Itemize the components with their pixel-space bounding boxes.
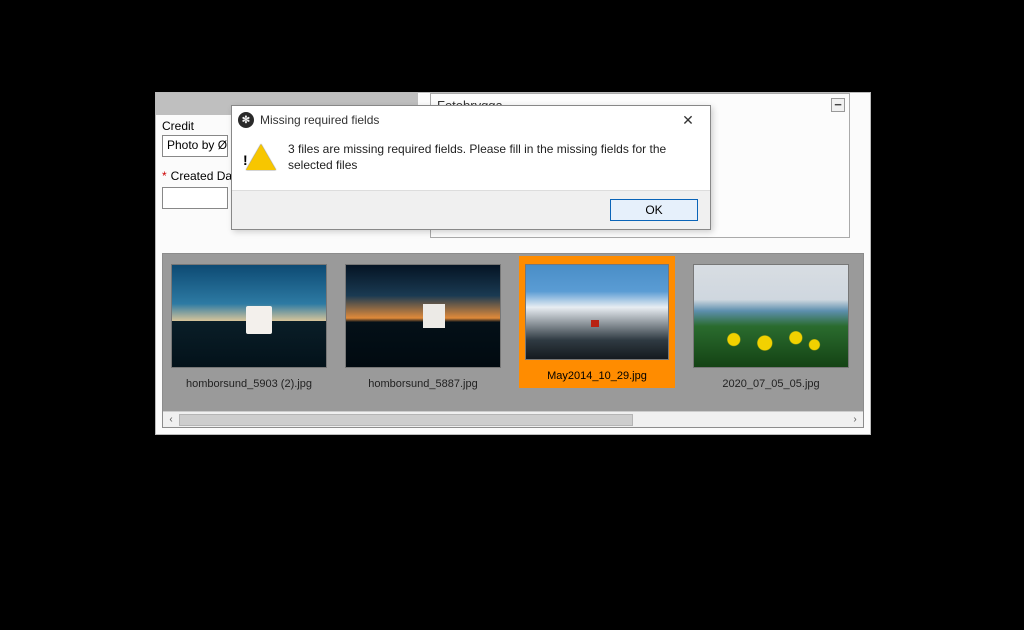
close-icon[interactable]: ✕ (672, 109, 704, 131)
thumbnail-image[interactable] (171, 264, 327, 368)
scroll-thumb[interactable] (179, 414, 633, 426)
warning-icon (246, 144, 276, 170)
created-date-label-text: Created Da (171, 169, 232, 183)
dialog-titlebar[interactable]: ✻ Missing required fields ✕ (232, 106, 710, 134)
app-icon: ✻ (238, 112, 254, 128)
ok-button[interactable]: OK (610, 199, 698, 221)
dialog-body: ! 3 files are missing required fields. P… (232, 134, 710, 190)
thumbnail-filename: homborsund_5887.jpg (345, 378, 501, 390)
thumbnail-filename: 2020_07_05_05.jpg (693, 378, 849, 390)
thumbnail-image[interactable] (525, 264, 669, 360)
remove-keyword-button[interactable]: − (831, 98, 845, 112)
app-panel: Credit Photo by Øys *Created Da Fotobryg… (155, 92, 871, 435)
credit-field[interactable]: Photo by Øys (162, 135, 228, 157)
thumbnail-strip: homborsund_5903 (2).jpg homborsund_5887.j… (162, 253, 864, 428)
missing-fields-dialog: ✻ Missing required fields ✕ ! 3 files ar… (231, 105, 711, 230)
scroll-right-arrow[interactable]: › (847, 412, 863, 428)
scroll-track[interactable] (179, 412, 847, 428)
thumbnail-tile[interactable]: May2014_10_29.jpg (519, 256, 675, 388)
thumbnail-tile[interactable]: 2020_07_05_05.jpg (693, 264, 849, 390)
dialog-button-row: OK (232, 190, 710, 229)
warning-icon-bang: ! (243, 151, 248, 169)
thumbnail-filename: May2014_10_29.jpg (525, 370, 669, 382)
thumbnail-tile[interactable]: homborsund_5887.jpg (345, 264, 501, 390)
required-marker: * (162, 169, 167, 183)
horizontal-scrollbar[interactable]: ‹ › (163, 411, 863, 427)
thumbnails-row: homborsund_5903 (2).jpg homborsund_5887.j… (163, 254, 863, 412)
created-date-field-label: * Created Da (162, 169, 232, 183)
scroll-left-arrow[interactable]: ‹ (163, 412, 179, 428)
thumbnail-filename: homborsund_5903 (2).jpg (171, 378, 327, 390)
dialog-message: 3 files are missing required fields. Ple… (288, 142, 696, 173)
created-date-field[interactable] (162, 187, 228, 209)
thumbnail-tile[interactable]: homborsund_5903 (2).jpg (171, 264, 327, 390)
thumbnail-image[interactable] (693, 264, 849, 368)
dialog-title: Missing required fields (260, 113, 672, 127)
metadata-form: Credit Photo by Øys *Created Da Fotobryg… (156, 93, 870, 248)
thumbnail-image[interactable] (345, 264, 501, 368)
credit-field-label: Credit (162, 119, 194, 133)
